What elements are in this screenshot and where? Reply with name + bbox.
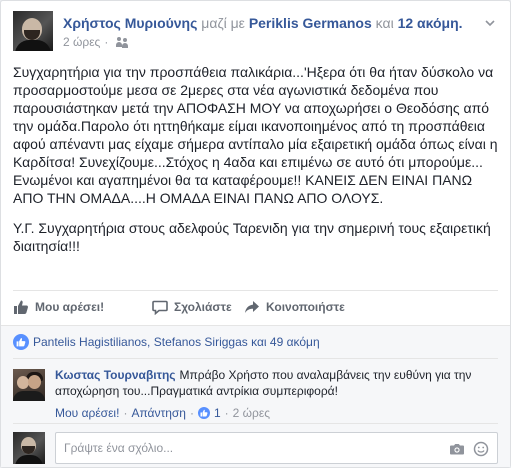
comment-body: Κωστας Τουρναβιτης Μπράβο Χρήστο που αναλ…: [55, 367, 495, 399]
avatar-body: [13, 391, 45, 401]
like-button[interactable]: Μου αρέσει!: [13, 299, 104, 315]
like-label: Μου αρέσει!: [35, 300, 105, 314]
tagged-others[interactable]: 12 ακόμη.: [398, 15, 463, 31]
post-meta: 2 ώρες ·: [63, 34, 128, 50]
post-actions: Μου αρέσει! Σχολιάστε Κοινοποιήστε: [13, 293, 498, 321]
commenter-avatar[interactable]: [13, 369, 45, 401]
comment-like-count[interactable]: 1: [214, 405, 221, 421]
tagged-person[interactable]: Periklis Germanos: [249, 15, 372, 31]
speech-bubble-icon: [152, 300, 168, 315]
current-user-avatar[interactable]: [13, 432, 45, 464]
with-label: μαζί με: [201, 15, 245, 31]
camera-icon[interactable]: [449, 441, 465, 457]
author-line: Χρήστος Μυριούνης μαζί με Periklis Germa…: [63, 14, 463, 32]
post-card: Χρήστος Μυριούνης μαζί με Periklis Germa…: [0, 0, 511, 468]
meta-separator: ·: [104, 35, 109, 49]
post-time[interactable]: 2 ώρες: [63, 35, 100, 49]
friends-privacy-icon[interactable]: [115, 37, 128, 48]
feedback-section: Pantelis Hagistilianos, Stefanos Sirigga…: [1, 325, 510, 467]
author-avatar[interactable]: [13, 11, 53, 51]
meta-separator: ·: [123, 406, 128, 420]
like-reaction-icon: [13, 334, 29, 350]
commenter-name[interactable]: Κωστας Τουρναβιτης: [55, 368, 176, 382]
comment-item: Κωστας Τουρναβιτης Μπράβο Χρήστο που αναλ…: [13, 367, 498, 423]
comment-label: Σχολιάστε: [174, 300, 232, 314]
and-label: και: [375, 15, 394, 31]
like-reaction-icon[interactable]: [197, 407, 210, 419]
avatar-shoulders: [15, 40, 51, 51]
post-paragraph: Συγχαρητήρια για την προσπάθεια παλικάρι…: [13, 64, 498, 206]
share-arrow-icon: [245, 301, 259, 313]
avatar-face: [28, 375, 41, 389]
avatar-shoulders: [15, 455, 43, 464]
comment-like-link[interactable]: Μου αρέσει!: [55, 405, 119, 421]
comment-time[interactable]: 2 ώρες: [233, 405, 270, 421]
share-label: Κοινοποιήστε: [266, 300, 345, 314]
post-paragraph: Υ.Γ. Συγχαρητήρια στους αδελφούς Ταρενιδ…: [13, 220, 491, 254]
chevron-down-icon[interactable]: [484, 17, 496, 29]
comment-reply-link[interactable]: Απάντηση: [131, 405, 186, 421]
emoji-icon[interactable]: [473, 441, 489, 457]
thumbs-up-icon: [14, 300, 28, 314]
author-name[interactable]: Χρήστος Μυριούνης: [63, 15, 197, 31]
likes-summary[interactable]: Pantelis Hagistilianos, Stefanos Sirigga…: [13, 332, 498, 352]
meta-separator: ·: [189, 406, 194, 420]
comment-composer: [13, 430, 498, 466]
likes-text: Pantelis Hagistilianos, Stefanos Sirigga…: [33, 335, 320, 349]
post-header: Χρήστος Μυριούνης μαζί με Periklis Germa…: [13, 11, 498, 55]
comment-input-box[interactable]: [55, 432, 498, 464]
composer-divider: [13, 423, 498, 424]
post-body: Συγχαρητήρια για την προσπάθεια παλικάρι…: [13, 63, 499, 267]
comment-input[interactable]: [64, 433, 424, 463]
comments-divider: [13, 358, 498, 359]
actions-divider: [13, 290, 498, 291]
share-button[interactable]: Κοινοποιήστε: [244, 299, 345, 315]
comment-button[interactable]: Σχολιάστε: [152, 299, 232, 315]
avatar-beard: [22, 446, 35, 454]
comment-meta: Μου αρέσει! · Απάντηση · 1 · 2 ώρες: [55, 405, 270, 421]
meta-separator: ·: [224, 406, 229, 420]
